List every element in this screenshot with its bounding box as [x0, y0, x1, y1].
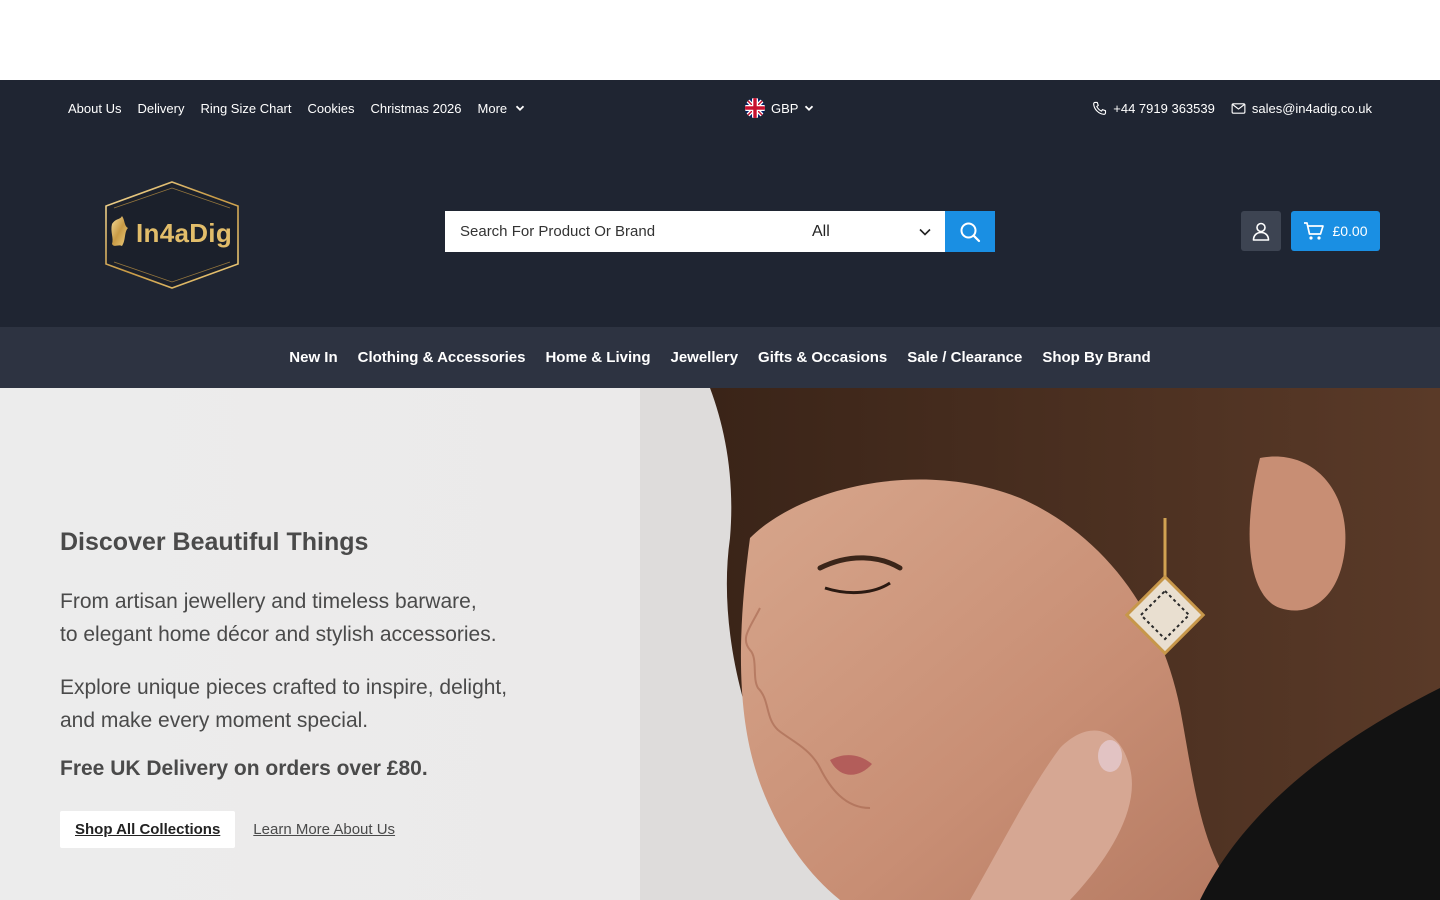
hero-title: Discover Beautiful Things [60, 528, 369, 556]
hero-banner: Discover Beautiful Things From artisan j… [0, 388, 1440, 900]
search-category-value: All [812, 222, 830, 240]
more-menu-toggle[interactable]: More [478, 101, 526, 116]
cart-button[interactable]: £0.00 [1291, 211, 1380, 251]
utility-link-cookies[interactable]: Cookies [308, 101, 355, 116]
utility-link-delivery[interactable]: Delivery [137, 101, 184, 116]
search-icon [959, 221, 981, 243]
hero-paragraph-1-line-1: From artisan jewellery and timeless barw… [60, 590, 477, 613]
hero-paragraph-1: From artisan jewellery and timeless barw… [60, 585, 507, 651]
hero-actions: Shop All Collections Learn More About Us [60, 811, 395, 848]
account-button[interactable] [1241, 211, 1281, 251]
shop-all-collections-button[interactable]: Shop All Collections [60, 811, 236, 848]
hero-model-image [640, 388, 1440, 900]
top-blank-area [0, 0, 1440, 80]
phone-icon [1092, 101, 1107, 116]
currency-selector[interactable]: GBP [745, 80, 814, 136]
chevron-down-icon [804, 103, 814, 113]
hero-text-block: Discover Beautiful Things From artisan j… [60, 528, 507, 781]
uk-flag-icon [745, 98, 765, 118]
cart-total: £0.00 [1332, 223, 1368, 239]
phone-link[interactable]: +44 7919 363539 [1092, 101, 1215, 116]
chevron-down-icon [918, 225, 932, 239]
nav-item-sale-clearance[interactable]: Sale / Clearance [907, 349, 1022, 366]
site-header: About Us Delivery Ring Size Chart Cookie… [0, 80, 1440, 327]
logo-text: In4aDig [136, 218, 233, 248]
more-label: More [477, 100, 508, 116]
email-address: sales@in4adig.co.uk [1251, 100, 1372, 116]
hero-paragraph-2: Explore unique pieces crafted to inspire… [60, 671, 507, 737]
search-button[interactable] [945, 211, 995, 252]
mail-icon [1231, 101, 1246, 116]
site-logo[interactable]: In4aDig [100, 180, 244, 290]
chevron-down-icon [515, 101, 525, 116]
nav-item-gifts-occasions[interactable]: Gifts & Occasions [758, 349, 887, 366]
nav-item-jewellery[interactable]: Jewellery [670, 349, 738, 366]
hero-paragraph-2-line-2: and make every moment special. [60, 709, 369, 732]
utility-bar: About Us Delivery Ring Size Chart Cookie… [0, 80, 1440, 136]
search-bar: All [445, 211, 995, 252]
main-navigation: New In Clothing & Accessories Home & Liv… [0, 327, 1440, 388]
hero-paragraph-1-line-2: to elegant home décor and stylish access… [60, 623, 497, 646]
contact-info: +44 7919 363539 sales@in4adig.co.uk [1092, 80, 1372, 136]
utility-link-christmas[interactable]: Christmas 2026 [370, 101, 461, 116]
currency-code: GBP [771, 100, 799, 116]
nav-item-home-living[interactable]: Home & Living [545, 349, 650, 366]
nav-item-clothing-accessories[interactable]: Clothing & Accessories [358, 349, 526, 366]
utility-links: About Us Delivery Ring Size Chart Cookie… [68, 80, 525, 136]
learn-more-link[interactable]: Learn More About Us [253, 821, 395, 838]
hero-paragraph-2-line-1: Explore unique pieces crafted to inspire… [60, 676, 508, 699]
user-icon [1251, 221, 1271, 241]
utility-link-ring-size-chart[interactable]: Ring Size Chart [200, 101, 291, 116]
nav-item-new-in[interactable]: New In [289, 349, 337, 366]
hero-delivery-note: Free UK Delivery on orders over £80. [60, 757, 428, 780]
nav-item-shop-by-brand[interactable]: Shop By Brand [1042, 349, 1150, 366]
email-link[interactable]: sales@in4adig.co.uk [1231, 101, 1372, 116]
phone-number: +44 7919 363539 [1113, 100, 1215, 116]
search-category-select[interactable]: All [795, 211, 945, 252]
search-input[interactable] [445, 211, 795, 252]
cart-icon [1303, 220, 1325, 242]
utility-link-about-us[interactable]: About Us [68, 101, 121, 116]
